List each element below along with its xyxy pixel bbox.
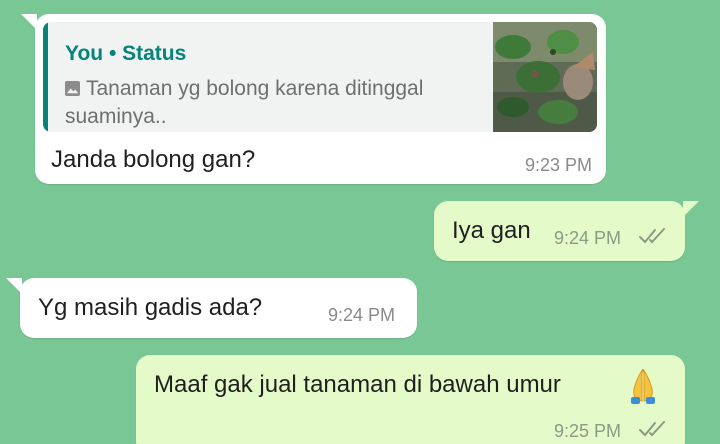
message-text: Iya gan xyxy=(452,217,531,244)
chat-conversation: You • Status Tanaman yg bolong karena di… xyxy=(0,0,720,444)
message-timestamp: 9:24 PM xyxy=(554,228,622,248)
quote-author: You • Status xyxy=(65,42,187,65)
message-timestamp: 9:24 PM xyxy=(328,305,396,325)
double-check-icon xyxy=(639,421,665,437)
message-text: Yg masih gadis ada? xyxy=(38,294,263,321)
photo-icon xyxy=(65,81,80,96)
double-check-icon xyxy=(639,228,665,244)
quoted-status-reply[interactable]: You • Status Tanaman yg bolong karena di… xyxy=(43,22,597,132)
message-text: Maaf gak jual tanaman di bawah umur xyxy=(154,371,561,398)
message-bubble-outgoing[interactable]: Iya gan 9:24 PM xyxy=(434,201,699,261)
message-bubble-outgoing[interactable]: Maaf gak jual tanaman di bawah umur 9:25… xyxy=(136,355,685,444)
quote-text: Tanaman yg bolong karena ditinggal suami… xyxy=(65,75,495,131)
message-text: Janda bolong gan? xyxy=(51,146,256,173)
message-timestamp: 9:23 PM xyxy=(524,155,592,175)
status-thumbnail-image[interactable] xyxy=(493,22,597,132)
message-bubble-incoming[interactable]: You • Status Tanaman yg bolong karena di… xyxy=(21,14,606,184)
message-bubble-incoming[interactable]: Yg masih gadis ada? 9:24 PM xyxy=(6,278,417,338)
folded-hands-emoji xyxy=(631,368,655,404)
quote-text-content: Tanaman yg bolong karena ditinggal suami… xyxy=(65,77,424,128)
message-timestamp: 9:25 PM xyxy=(554,421,622,441)
quote-accent-bar xyxy=(43,22,48,132)
